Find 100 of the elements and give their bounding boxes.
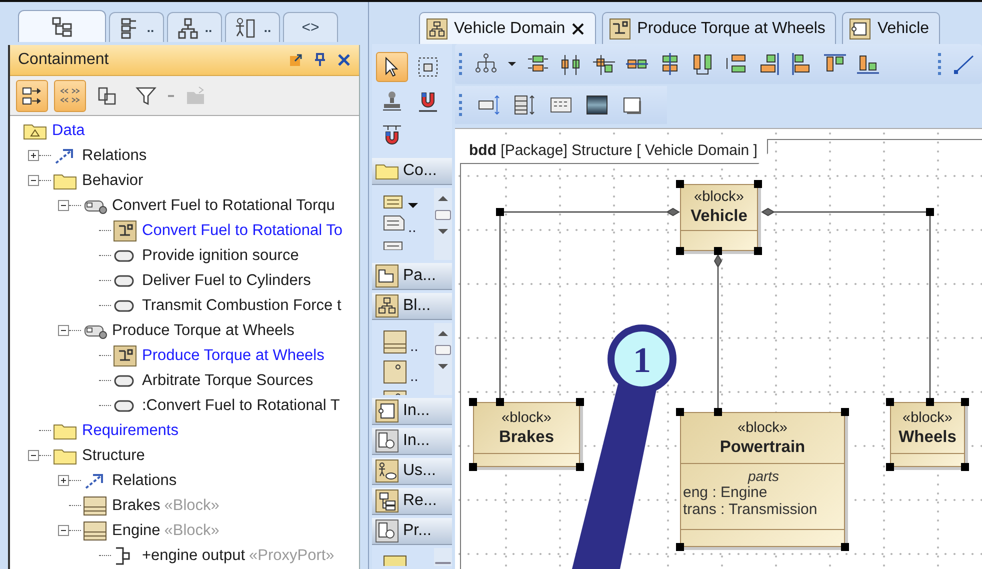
selection-handle[interactable] (886, 463, 894, 471)
tree-item[interactable]: Requirements (82, 422, 178, 440)
tree-item[interactable]: Convert Fuel to Rotational Torqu (112, 196, 335, 214)
selection-handle[interactable] (886, 398, 894, 406)
tree-toggle[interactable] (28, 175, 39, 186)
tree-item[interactable]: :Convert Fuel to Rotational T (142, 396, 340, 414)
selection-handle[interactable] (714, 408, 722, 416)
palette-group-header[interactable]: Co... (372, 158, 452, 185)
selection-handle[interactable] (676, 247, 684, 255)
tree-toggle[interactable] (28, 450, 39, 461)
selection-handle[interactable] (754, 247, 762, 255)
selection-handle[interactable] (576, 463, 584, 471)
align-icon[interactable] (592, 52, 616, 76)
tree-item[interactable]: Produce Torque at Wheels (112, 322, 294, 340)
panel-tab[interactable]: .. (225, 12, 280, 42)
selection-handle[interactable] (961, 398, 969, 406)
tree-item[interactable]: Arbitrate Torque Sources (142, 372, 314, 390)
tree-item[interactable]: Behavior (82, 172, 144, 190)
palette-group-header[interactable]: In... (372, 428, 452, 455)
fill-icon[interactable] (585, 93, 609, 117)
editor-tab[interactable]: Vehicle (842, 12, 940, 44)
selection-handle[interactable] (496, 398, 504, 406)
scrollbar-thumb[interactable] (435, 345, 451, 355)
palette-group-header[interactable]: Pr... (372, 518, 452, 545)
palette-group-header[interactable]: In... (372, 398, 452, 425)
tree-item[interactable]: Engine (112, 522, 160, 540)
diagram-icon (113, 344, 137, 366)
palette-item-label[interactable]: .. (410, 369, 418, 385)
tree-item[interactable]: Produce Torque at Wheels (142, 346, 324, 364)
stereotype-label: «ProxyPort» (249, 546, 334, 564)
selection-handle[interactable] (926, 398, 934, 406)
scrollbar[interactable] (434, 548, 452, 566)
editor-tab[interactable]: Vehicle Domain (419, 12, 596, 44)
selection-handle[interactable] (576, 398, 584, 406)
selection-handle[interactable] (841, 543, 849, 551)
scroll-up-icon[interactable] (437, 194, 449, 202)
toolbar-button[interactable] (16, 80, 48, 112)
scroll-down-icon[interactable] (437, 363, 449, 371)
selection-handle[interactable] (754, 180, 762, 188)
actor-icon (375, 459, 399, 483)
tree-item[interactable]: Provide ignition source (142, 246, 299, 264)
selection-handle[interactable] (841, 408, 849, 416)
palette-group-header[interactable]: Re... (372, 488, 452, 515)
selection-handle[interactable] (676, 543, 684, 551)
tree-item[interactable]: Transmit Combustion Force t (142, 296, 342, 314)
uml-block[interactable]: «block» Wheels (890, 402, 965, 467)
panel-tab[interactable]: .. (167, 12, 222, 42)
uml-block[interactable]: «block» Vehicle (680, 184, 758, 251)
selection-handle[interactable] (676, 180, 684, 188)
tree-toggle[interactable] (58, 475, 69, 486)
selection-handle[interactable] (961, 463, 969, 471)
connector-line[interactable] (499, 208, 680, 401)
tool-button[interactable] (376, 52, 408, 82)
tree-item[interactable]: +engine output (142, 546, 245, 564)
tree-toggle[interactable] (28, 150, 39, 161)
tree-item[interactable]: Relations (82, 146, 147, 164)
scroll-up-icon[interactable] (437, 329, 449, 337)
selection-handle[interactable] (469, 398, 477, 406)
list-resize-icon[interactable] (513, 93, 537, 117)
tree-toggle[interactable] (58, 325, 69, 336)
selection-handle[interactable] (676, 408, 684, 416)
block-name: Powertrain (720, 438, 806, 456)
part-entry: eng : Engine (683, 484, 768, 501)
restore-icon[interactable] (289, 53, 303, 67)
scrollbar[interactable] (434, 188, 452, 260)
palette-group-header[interactable]: Us... (372, 458, 452, 485)
scrollbar[interactable] (434, 323, 452, 395)
tree-toggle[interactable] (58, 200, 69, 211)
selection-handle[interactable] (714, 247, 722, 255)
selection-handle[interactable] (926, 208, 934, 216)
tree-item[interactable]: Relations (112, 472, 177, 490)
panel-tab[interactable]: .. (109, 12, 164, 42)
palette-item-label[interactable]: .. (410, 339, 418, 355)
pin-icon[interactable] (313, 53, 327, 67)
palette-group-header[interactable]: Bl... (372, 293, 452, 320)
tree-toggle[interactable] (58, 525, 69, 536)
block-name: Brakes (498, 428, 554, 446)
resize-icon[interactable] (477, 93, 501, 117)
palette-item-label[interactable]: .. (408, 220, 416, 236)
selection-handle[interactable] (496, 208, 504, 216)
scrollbar-thumb[interactable] (435, 562, 451, 564)
panel-tab[interactable]: <> (283, 12, 338, 42)
tree-item[interactable]: Data (52, 122, 85, 140)
editor-tab[interactable]: Produce Torque at Wheels (602, 12, 836, 44)
uml-block[interactable]: «block» Powertrain parts eng : Engine trans : Transmission (680, 412, 845, 547)
scrollbar-thumb[interactable] (435, 210, 451, 220)
block-icon (83, 520, 107, 540)
close-icon[interactable] (571, 22, 586, 36)
selection-handle[interactable] (469, 463, 477, 471)
open-folder-icon (185, 84, 207, 106)
tree-item[interactable]: Convert Fuel to Rotational To (142, 222, 342, 240)
scroll-down-icon[interactable] (437, 228, 449, 236)
connector-line[interactable] (714, 254, 722, 411)
panel-tab[interactable] (18, 10, 106, 42)
tree-item[interactable]: Structure (82, 446, 145, 464)
caret-icon[interactable] (408, 200, 418, 210)
tree-item[interactable]: Brakes (112, 496, 160, 514)
tree-item[interactable]: Deliver Fuel to Cylinders (142, 272, 311, 290)
palette-group-header[interactable]: Pa... (372, 263, 452, 290)
uml-block[interactable]: «block» Brakes (473, 402, 580, 467)
